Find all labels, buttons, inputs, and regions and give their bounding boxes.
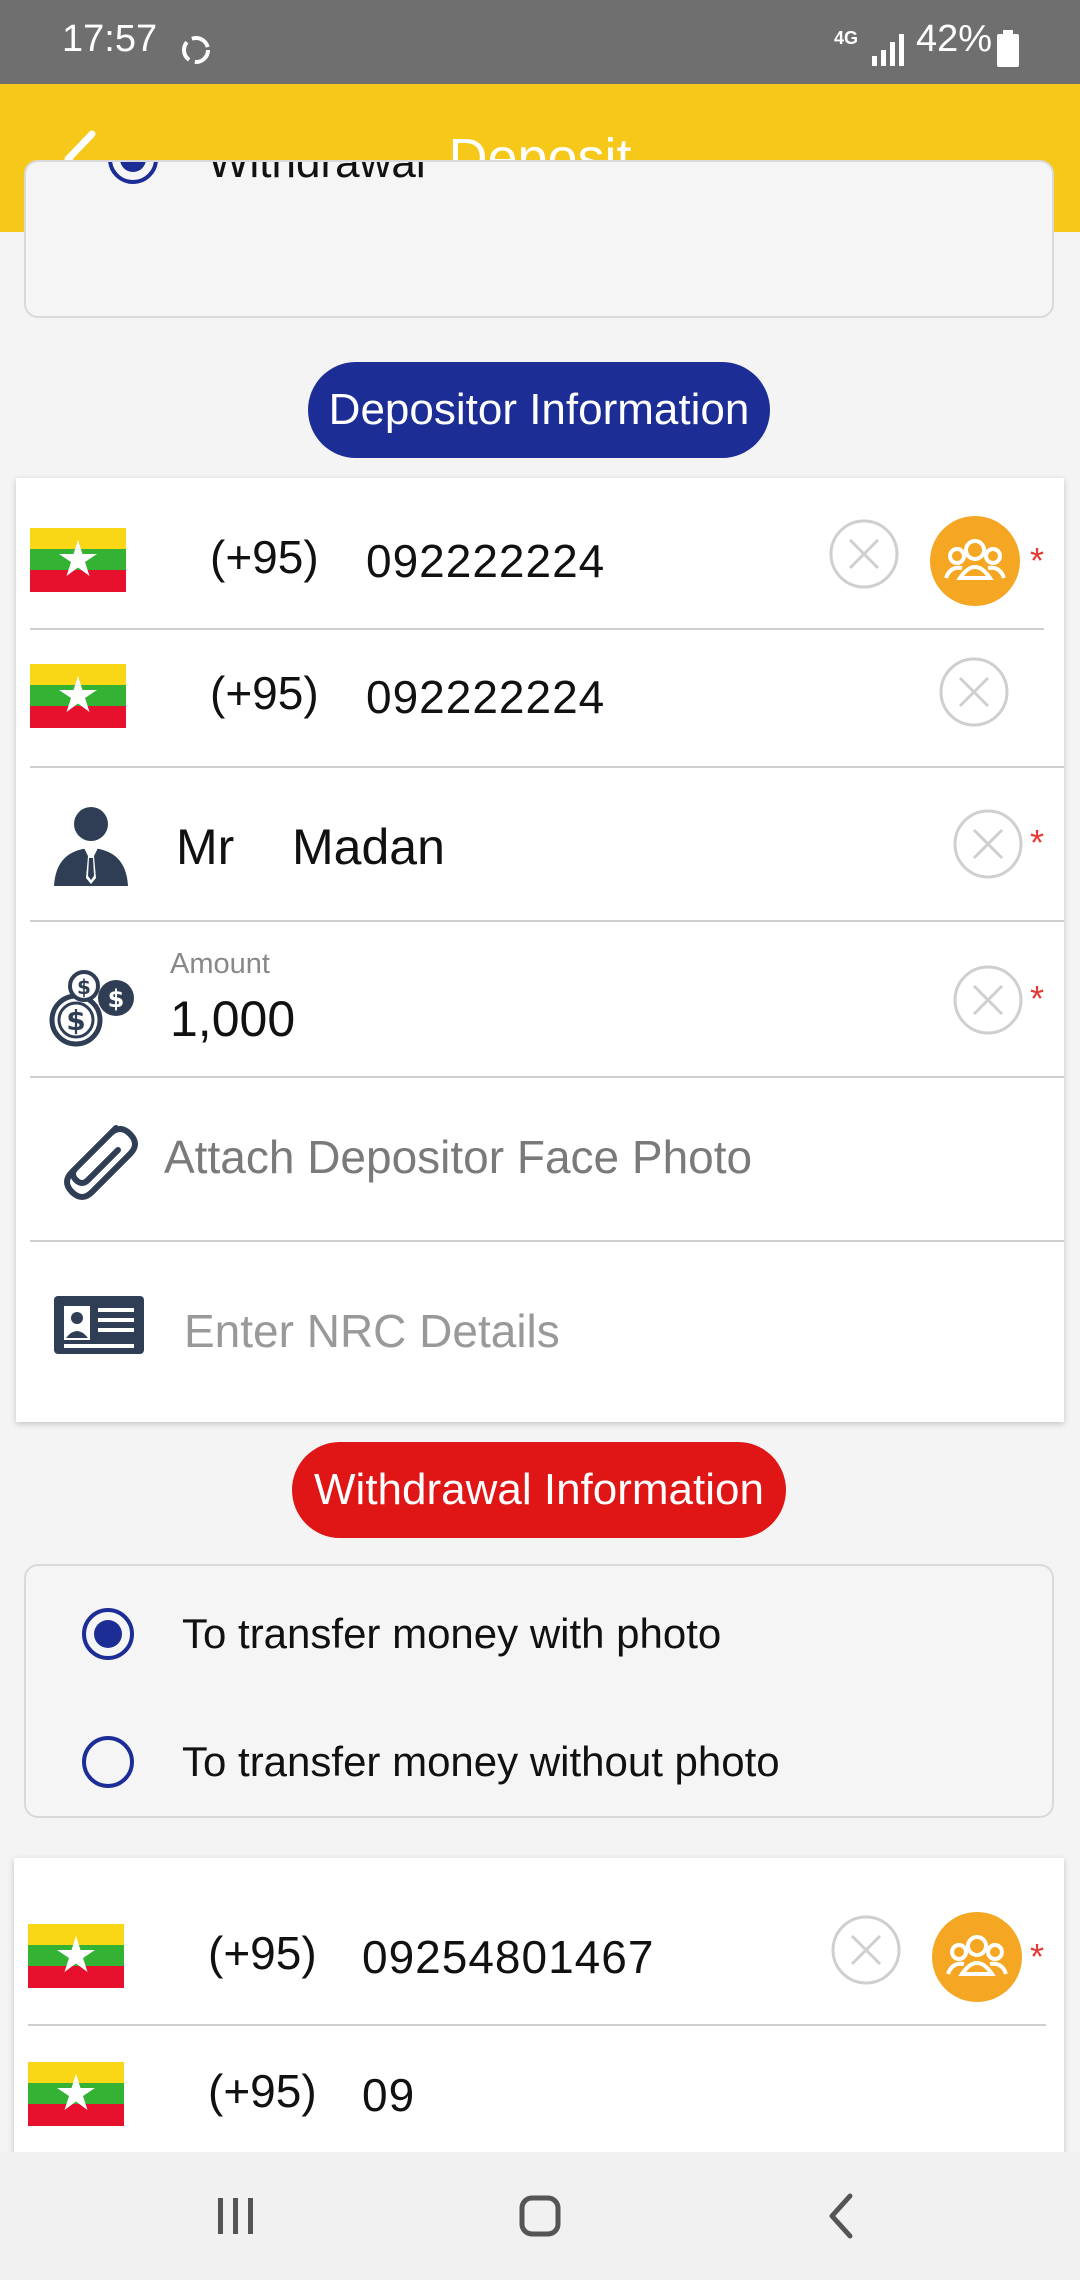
depositor-name-row: Mr Madan * bbox=[16, 768, 1064, 920]
with-photo-label[interactable]: To transfer money with photo bbox=[182, 1610, 721, 1658]
coins-icon: $ $ $ bbox=[49, 970, 134, 1047]
required-mark: * bbox=[1030, 822, 1045, 863]
svg-text:$: $ bbox=[108, 985, 125, 1013]
required-mark: * bbox=[1030, 978, 1045, 1019]
recipient-phone-input[interactable]: 09254801467 bbox=[362, 1930, 654, 1984]
paperclip-icon bbox=[64, 1125, 138, 1200]
svg-text:$: $ bbox=[66, 1004, 85, 1037]
country-code[interactable]: (+95) bbox=[208, 2064, 317, 2118]
battery-icon bbox=[997, 30, 1019, 67]
recipient-contacts-button[interactable] bbox=[932, 1912, 1022, 2002]
back-icon[interactable] bbox=[802, 2176, 882, 2256]
country-code[interactable]: (+95) bbox=[210, 666, 319, 720]
myanmar-flag-icon[interactable] bbox=[30, 664, 126, 728]
required-mark: * bbox=[1030, 540, 1045, 581]
recipient-confirm-phone-input[interactable]: 09 bbox=[362, 2068, 415, 2122]
depositor-information-header: Depositor Information bbox=[308, 362, 770, 458]
myanmar-flag-icon[interactable] bbox=[28, 2062, 124, 2126]
country-code[interactable]: (+95) bbox=[208, 1926, 317, 1980]
status-bar: 17:57 4G 42% bbox=[0, 0, 1080, 84]
depositor-card: (+95) 092222224 * (+95) 092222224 Mr Mad… bbox=[16, 478, 1064, 1422]
home-icon[interactable] bbox=[500, 2176, 580, 2256]
attach-face-photo-row[interactable]: Attach Depositor Face Photo bbox=[16, 1078, 1064, 1240]
contacts-button[interactable] bbox=[930, 516, 1020, 606]
svg-text:$: $ bbox=[77, 975, 91, 999]
depositor-phone-row: (+95) 092222224 * bbox=[16, 478, 1064, 628]
without-photo-label[interactable]: To transfer money without photo bbox=[182, 1738, 780, 1786]
name-title-select[interactable]: Mr bbox=[176, 818, 234, 876]
status-time: 17:57 bbox=[62, 18, 158, 60]
amount-row: $ $ $ Amount 1,000 * bbox=[16, 922, 1064, 1076]
recent-apps-icon[interactable] bbox=[196, 2176, 276, 2256]
with-photo-radio[interactable] bbox=[80, 1606, 136, 1662]
depositor-name-input[interactable]: Madan bbox=[292, 818, 445, 876]
clear-confirm-phone-button[interactable] bbox=[938, 656, 1010, 728]
contacts-group-icon bbox=[946, 1935, 1008, 1976]
nrc-row[interactable]: Enter NRC Details bbox=[16, 1242, 1064, 1420]
amount-label: Amount bbox=[170, 948, 270, 980]
nrc-input[interactable]: Enter NRC Details bbox=[184, 1304, 560, 1358]
attach-face-photo-label[interactable]: Attach Depositor Face Photo bbox=[164, 1130, 752, 1184]
depositor-confirm-phone-input[interactable]: 092222224 bbox=[366, 670, 605, 724]
recipient-confirm-phone-row: (+95) 09 bbox=[14, 2026, 1064, 2158]
signal-icon bbox=[872, 34, 904, 66]
withdrawal-radio[interactable] bbox=[106, 160, 160, 186]
sync-icon bbox=[182, 36, 210, 64]
country-code[interactable]: (+95) bbox=[210, 530, 319, 584]
myanmar-flag-icon[interactable] bbox=[30, 528, 126, 592]
clear-name-button[interactable] bbox=[952, 808, 1024, 880]
system-nav-bar bbox=[0, 2152, 1080, 2280]
clear-phone-button[interactable] bbox=[828, 518, 900, 590]
withdrawal-options-card: To transfer money with photo To transfer… bbox=[24, 1564, 1054, 1818]
required-mark: * bbox=[1030, 1936, 1045, 1977]
without-photo-radio[interactable] bbox=[80, 1734, 136, 1790]
contacts-group-icon bbox=[944, 539, 1006, 580]
transaction-type-card: Withdrawal bbox=[24, 160, 1054, 318]
recipient-phone-row: (+95) 09254801467 * bbox=[14, 1858, 1064, 2026]
withdrawal-information-header: Withdrawal Information bbox=[292, 1442, 786, 1538]
id-card-icon bbox=[54, 1296, 144, 1354]
person-icon bbox=[54, 807, 128, 886]
amount-input[interactable]: 1,000 bbox=[170, 990, 295, 1048]
recipient-card: (+95) 09254801467 * (+95) 09 bbox=[14, 1858, 1064, 2158]
myanmar-flag-icon[interactable] bbox=[28, 1924, 124, 1988]
battery-percent: 42% bbox=[916, 18, 993, 60]
network-type: 4G bbox=[834, 28, 859, 48]
clear-recipient-phone-button[interactable] bbox=[830, 1914, 902, 1986]
depositor-confirm-phone-row: (+95) 092222224 bbox=[16, 630, 1064, 766]
withdrawal-radio-label: Withdrawal bbox=[208, 160, 426, 187]
clear-amount-button[interactable] bbox=[952, 964, 1024, 1036]
depositor-phone-input[interactable]: 092222224 bbox=[366, 534, 605, 588]
